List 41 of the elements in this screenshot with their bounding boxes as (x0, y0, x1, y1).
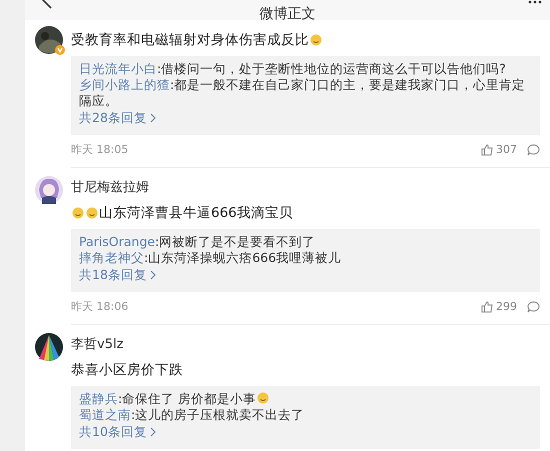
chevron-icon (150, 113, 156, 123)
reply-text: 日光流年小白:借楼问一句，处于垄断性地位的运营商这么干可以告他们吗? (79, 61, 507, 77)
thumbs-up-icon (481, 144, 493, 156)
comment-icon (527, 300, 540, 312)
more-icon[interactable] (528, 0, 542, 6)
chevron-icon (150, 270, 156, 280)
page-title: 微博正文 (260, 7, 316, 20)
reply-text: 乡间小路上的猹:都是一般不建在自己家门口的主，要是建我家门口，心里肯定隔应。 (79, 77, 526, 109)
reply-user-link[interactable]: 摔角老神父 (79, 250, 144, 265)
comment-text: 山东菏泽曹县牛逼666我滴宝贝 (71, 203, 540, 223)
user-name[interactable]: 甘尼梅兹拉姆 (71, 178, 540, 198)
reply-text: ParisOrange:网被断了是不是要看不到了 (79, 234, 316, 250)
reply-user-link[interactable]: 盛静兵 (79, 391, 118, 406)
like-button[interactable]: 307 (481, 143, 517, 156)
avatar (35, 26, 63, 54)
comment-text: 恭喜小区房价下跌 (71, 361, 184, 380)
avatar (35, 176, 63, 204)
reply-user-link[interactable]: 乡间小路上的猹 (79, 77, 170, 92)
chevron-icon (150, 427, 156, 437)
emoji-icon (72, 207, 84, 219)
timestamp: 昨天 18:05 (71, 142, 128, 157)
emoji-icon (257, 392, 270, 404)
timestamp: 昨天 18:06 (71, 299, 128, 314)
user-name[interactable]: 李哲v5lz (71, 335, 540, 355)
comment-icon (527, 144, 540, 156)
comment-text: 受教育率和电磁辐射对身体伤害成反比 (71, 30, 540, 50)
reply-text: 摔角老神父:山东菏泽操蚬六痞666我哩薄被儿 (79, 250, 342, 266)
emoji-icon (86, 207, 98, 219)
reply-user-link[interactable]: 日光流年小白 (79, 61, 157, 76)
reply-user-link[interactable]: ParisOrange (79, 234, 155, 249)
back-icon[interactable] (39, 0, 53, 10)
avatar (35, 333, 63, 361)
reply-text: 蜀道之南:这儿的房子压根就卖不出去了 (79, 407, 306, 423)
emoji-icon (310, 34, 322, 46)
like-button[interactable]: 299 (481, 300, 517, 313)
more-replies-link[interactable]: 共18条回复 (79, 267, 156, 282)
reply-user-link[interactable]: 蜀道之南 (79, 407, 131, 422)
reply-text: 盛静兵:命保住了 房价都是小事 (79, 391, 532, 407)
more-replies-link[interactable]: 共28条回复 (79, 110, 156, 125)
more-replies-link[interactable]: 共10条回复 (79, 424, 156, 439)
thumbs-up-icon (481, 300, 493, 312)
